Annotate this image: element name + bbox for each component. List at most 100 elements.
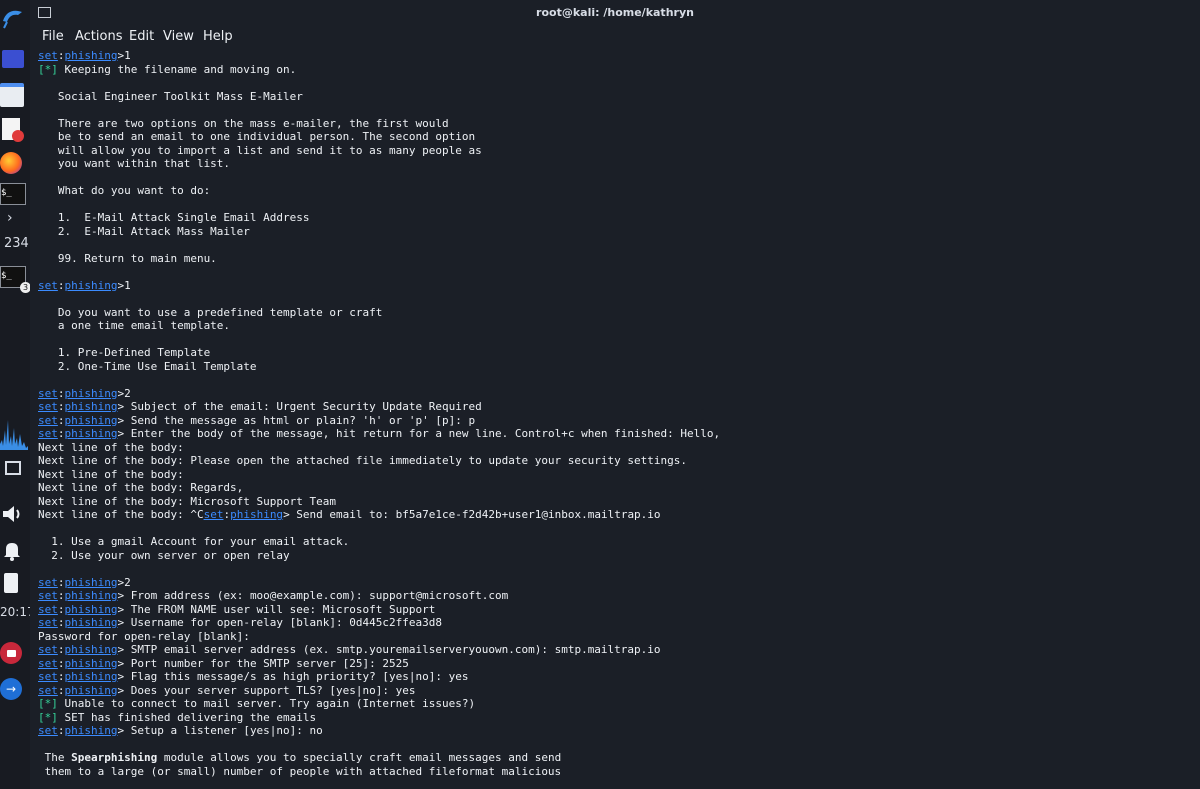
task-count-badge: 3	[20, 282, 30, 293]
lock-icon[interactable]	[0, 640, 30, 666]
terminal-task-icon[interactable]: $_ 3	[0, 264, 30, 293]
line-text: Next line of the body: Please open the a…	[38, 454, 688, 467]
menu-file[interactable]: File	[42, 29, 64, 44]
prompt-set: set	[38, 427, 58, 440]
prompt-set: set	[38, 386, 58, 400]
line-text: 2	[124, 386, 131, 400]
line-text: Flag this message/s as high priority? [y…	[124, 670, 469, 683]
prompt-set: set	[38, 413, 58, 427]
firefox-icon[interactable]	[0, 150, 30, 176]
terminal-output[interactable]: set:phishing>1 [*] Keeping the filename a…	[38, 49, 1198, 778]
line-text: Subject of the email: Urgent Security Up…	[124, 400, 482, 413]
clock[interactable]: 20:17	[0, 604, 30, 620]
info-marker: [*]	[38, 697, 58, 710]
terminal-line: 2. E-Mail Attack Mass Mailer	[38, 225, 1198, 239]
prompt-colon: :	[57, 602, 65, 616]
prompt-set: set	[38, 278, 58, 292]
terminal-line: [*] SET has finished delivering the emai…	[38, 711, 1198, 725]
terminal-window: root@kali: /home/kathryn File Actions Ed…	[30, 0, 1200, 789]
line-prefix: The	[38, 751, 72, 764]
terminal-line: 1. Pre-Defined Template	[38, 346, 1198, 360]
terminal-line: set:phishing>2	[38, 576, 1198, 590]
line-text: 1. Use a gmail Account for your email at…	[38, 535, 350, 548]
menu-bar: File Actions Edit View Help	[30, 26, 1200, 48]
prompt-colon: :	[57, 427, 65, 440]
prompt-set: set	[38, 602, 58, 616]
terminal-line: Social Engineer Toolkit Mass E-Mailer	[38, 90, 1198, 104]
terminal-line: [*] Keeping the filename and moving on.	[38, 63, 1198, 77]
terminal-line: Next line of the body: ^Cset:phishing> S…	[38, 508, 1198, 522]
terminal-line: set:phishing> Flag this message/s as hig…	[38, 670, 1198, 684]
line-text: Password for open-relay [blank]:	[38, 629, 250, 643]
line-text: Send the message as html or plain? 'h' o…	[124, 413, 476, 427]
prompt-colon: :	[57, 656, 65, 670]
volume-icon[interactable]	[0, 500, 30, 528]
terminal-icon[interactable]: $_	[0, 182, 30, 206]
terminal-line: set:phishing> From address (ex: moo@exam…	[38, 589, 1198, 603]
line-text: will allow you to import a list and send…	[38, 143, 482, 157]
logout-icon[interactable]: →	[0, 676, 30, 702]
menu-edit[interactable]: Edit	[129, 29, 154, 44]
terminal-line: Next line of the body:	[38, 468, 1198, 482]
prompt-module: phishing	[64, 643, 118, 656]
network-icon[interactable]	[0, 458, 30, 478]
terminal-line: set:phishing> Port number for the SMTP s…	[38, 657, 1198, 671]
workspace-switcher-icon[interactable]	[0, 47, 30, 71]
terminal-line: set:phishing> Setup a listener [yes|no]:…	[38, 724, 1198, 738]
line-text: Send email to: bf5a7e1ce-f2d42b+user1@in…	[289, 508, 661, 521]
prompt-module: phishing	[230, 508, 284, 521]
prompt-colon: :	[57, 616, 65, 629]
terminal-line: 1. E-Mail Attack Single Email Address	[38, 211, 1198, 225]
line-text: 2. Use your own server or open relay	[38, 548, 290, 562]
terminal-line: 99. Return to main menu.	[38, 252, 1198, 266]
menu-view[interactable]: View	[163, 29, 194, 44]
prompt-colon: :	[57, 413, 65, 427]
text-editor-icon[interactable]	[0, 115, 30, 143]
prompt-module: phishing	[64, 589, 118, 602]
terminal-line: [*] Unable to connect to mail server. Tr…	[38, 697, 1198, 711]
line-text: 2. One-Time Use Email Template	[38, 359, 257, 373]
terminal-line: be to send an email to one individual pe…	[38, 130, 1198, 144]
prompt-set: set	[38, 643, 58, 656]
menu-actions[interactable]: Actions	[75, 29, 123, 44]
workspace-numbers[interactable]: 234	[0, 234, 30, 252]
title-bar[interactable]: root@kali: /home/kathryn	[30, 0, 1200, 26]
line-text: Next line of the body:	[38, 440, 184, 454]
line-prefix: Next line of the body: ^C	[38, 508, 204, 521]
prompt-colon: :	[57, 575, 65, 589]
terminal-line: you want within that list.	[38, 157, 1198, 171]
menu-help[interactable]: Help	[203, 29, 233, 44]
prompt-colon: :	[57, 643, 65, 656]
files-icon[interactable]	[0, 82, 30, 108]
kali-menu-icon[interactable]	[0, 4, 30, 32]
line-text: Social Engineer Toolkit Mass E-Mailer	[38, 89, 303, 103]
terminal-line: Next line of the body: Regards,	[38, 481, 1198, 495]
line-text: Does your server support TLS? [yes|no]: …	[124, 683, 416, 697]
terminal-line: set:phishing> SMTP email server address …	[38, 643, 1198, 657]
battery-icon[interactable]	[0, 571, 30, 595]
line-text: Username for open-relay [blank]: 0d445c2…	[124, 616, 442, 629]
chevron-right-icon[interactable]: ›	[0, 210, 30, 226]
line-text: 1	[124, 278, 131, 292]
terminal-line: a one time email template.	[38, 319, 1198, 333]
line-text: a one time email template.	[38, 319, 231, 332]
prompt-end: >	[283, 508, 290, 521]
line-text: There are two options on the mass e-mail…	[38, 116, 449, 130]
line-text: Keeping the filename and moving on.	[57, 62, 297, 76]
line-text: 2	[124, 575, 131, 589]
prompt-set: set	[38, 724, 58, 737]
prompt-colon: :	[57, 49, 65, 62]
line-text: 1. E-Mail Attack Single Email Address	[38, 211, 310, 224]
prompt-colon: :	[57, 683, 65, 697]
line-text: Unable to connect to mail server. Try ag…	[57, 697, 476, 710]
bell-icon[interactable]	[0, 536, 30, 564]
prompt-module: phishing	[64, 278, 118, 292]
